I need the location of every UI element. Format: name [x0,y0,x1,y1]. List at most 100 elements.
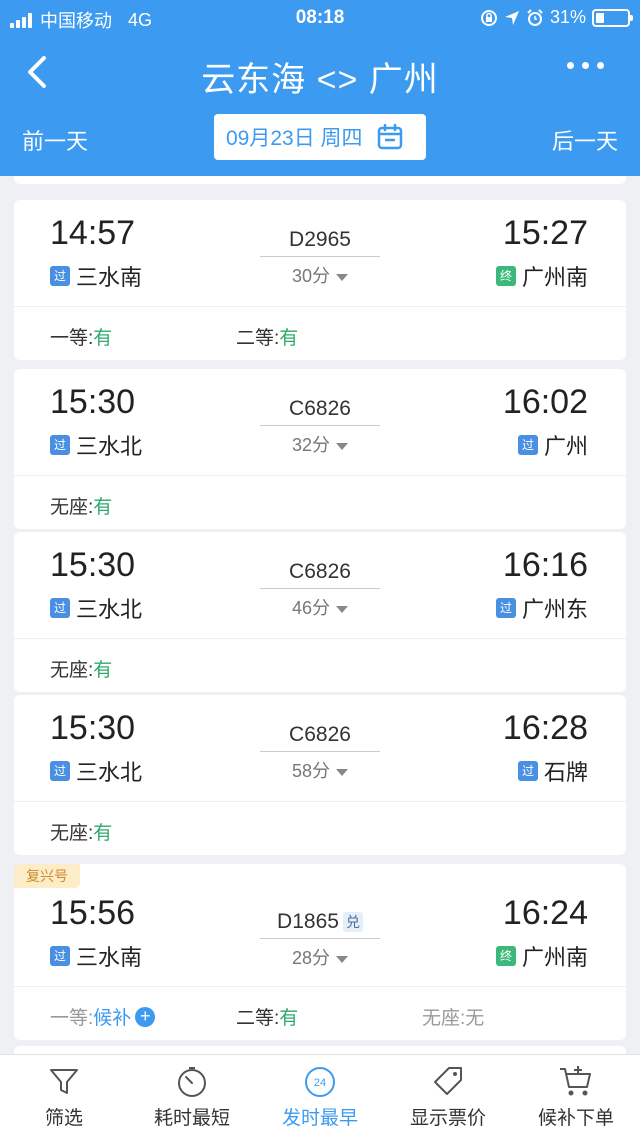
train-card[interactable]: 15:30 过 三水北 C6826 46分 16:16 过 广州东 无座: 有 [14,532,626,692]
exchange-badge: 兑 [342,912,363,932]
departure-station: 过 三水北 [50,755,142,787]
clock-24-icon: 24 [305,1067,335,1097]
route-line [260,256,380,257]
pass-tag: 过 [517,761,538,781]
previous-day-button[interactable]: 前一天 [22,124,88,156]
departure-station-name: 三水北 [76,434,143,459]
departure-station-name: 三水南 [76,265,143,290]
tab-shortest-duration[interactable]: 耗时最短 [128,1063,256,1130]
departure-station-name: 三水南 [76,945,143,970]
partial-train-card [14,176,626,184]
pass-tag: 过 [50,435,70,455]
date-selector[interactable]: 09月23日 周四 [214,114,426,160]
waitlist-link[interactable]: 候补 [93,1003,131,1030]
route-line [260,425,380,426]
svg-text:24: 24 [314,1077,326,1089]
calendar-icon [377,124,402,150]
arrival-station: 过 广州 [517,429,588,461]
duration-toggle[interactable]: 32分 [260,431,380,457]
tab-show-price[interactable]: 显示票价 [384,1063,512,1130]
train-card[interactable]: 14:57 过 三水南 D2965 30分 15:27 终 广州南 一等: 有 二… [14,200,626,360]
terminal-tag: 终 [495,946,516,966]
duration-toggle[interactable]: 46分 [260,594,380,620]
seat-first-class: 一等: 候补 + [50,1003,156,1030]
header: 中国移动 4G 08:18 31% 云东海 <> 广州 前一天 09月23日 周… [0,0,640,176]
lock-rotation-icon [480,9,497,26]
pass-tag: 过 [517,435,538,455]
train-number: C6826 [289,397,351,420]
route-line [260,588,380,589]
departure-station-name: 三水北 [76,597,143,622]
tab-earliest-departure[interactable]: 24 发时最早 [256,1063,384,1130]
tab-label: 耗时最短 [153,1108,230,1129]
seat-second-class: 二等: 有 [236,328,299,349]
train-number: D1865 兑 [260,910,380,934]
departure-time: 15:30 [50,546,136,584]
battery-icon [592,8,633,27]
train-list: 14:57 过 三水南 D2965 30分 15:27 终 广州南 一等: 有 二… [0,176,640,1054]
tab-waitlist-order[interactable]: 候补下单 [512,1063,640,1130]
seat-availability: 无座: 有 [14,638,626,692]
tab-label: 显示票价 [409,1108,486,1129]
train-card[interactable]: 复兴号 15:56 过 三水南 D1865 兑 28分 16:24 终 广州南 一… [14,864,626,1040]
add-waitlist-icon[interactable]: + [135,1006,156,1027]
stopwatch-icon [178,1067,206,1097]
train-number: C6826 [289,560,351,583]
arrival-station-name: 广州南 [521,945,588,970]
arrival-time: 16:02 [502,383,588,421]
battery-percent: 31% [549,7,586,27]
arrival-station-name: 广州东 [521,597,588,622]
arrival-time: 16:24 [502,894,588,932]
location-arrow-icon [504,10,519,25]
alarm-icon [527,8,543,26]
tab-filter[interactable]: 筛选 [0,1063,128,1130]
seat-no-seat: 无座: 有 [50,823,113,844]
status-bar: 中国移动 4G 08:18 31% [0,0,640,36]
arrival-station-name: 石牌 [543,760,588,785]
seat-no-seat: 无座: 有 [50,660,113,681]
dropdown-arrow-icon [336,955,349,963]
pass-tag: 过 [50,761,70,781]
departure-time: 15:30 [50,709,136,747]
partial-train-card [14,1046,626,1054]
seat-availability: 一等: 有 二等: 有 [14,306,626,360]
arrival-time: 16:28 [502,709,588,747]
route-line [260,938,380,939]
arrival-station: 过 石牌 [517,755,588,787]
departure-time: 14:57 [50,214,136,252]
train-card[interactable]: 15:30 过 三水北 C6826 32分 16:02 过 广州 无座: 有 [14,369,626,529]
route-title: 云东海 <> 广州 [201,61,439,99]
arrival-time: 16:16 [502,546,588,584]
bottom-tab-bar: 筛选 耗时最短 24 发时最早 显示票价 候补下单 [0,1054,640,1138]
more-icon[interactable] [567,62,604,69]
arrival-station-name: 广州南 [521,265,588,290]
seat-first-class: 一等: 有 [50,328,113,349]
tab-label: 候补下单 [537,1108,614,1129]
seat-no-seat: 无座: 无 [422,1008,485,1029]
next-day-button[interactable]: 后一天 [552,124,618,156]
terminal-tag: 终 [495,266,516,286]
date-bar: 前一天 09月23日 周四 后一天 [0,110,640,164]
arrival-station-name: 广州 [543,434,588,459]
route-line [260,751,380,752]
tab-label: 筛选 [44,1108,83,1129]
departure-station-name: 三水北 [76,760,143,785]
dropdown-arrow-icon [336,605,349,613]
duration-toggle[interactable]: 58分 [260,757,380,783]
arrival-station: 终 广州南 [495,940,588,972]
pass-tag: 过 [495,598,516,618]
pass-tag: 过 [50,598,70,618]
duration-toggle[interactable]: 30分 [260,262,380,288]
departure-station: 过 三水南 [50,940,142,972]
navigation-bar: 云东海 <> 广州 [0,40,640,106]
departure-station: 过 三水南 [50,260,142,292]
train-card[interactable]: 15:30 过 三水北 C6826 58分 16:28 过 石牌 无座: 有 [14,695,626,855]
seat-availability: 无座: 有 [14,801,626,855]
tab-label: 发时最早 [281,1108,358,1129]
date-label: 09月23日 周四 [226,127,363,150]
seat-availability: 一等: 候补 + 二等: 有 无座: 无 [14,986,626,1040]
train-number: C6826 [289,723,351,746]
duration-toggle[interactable]: 28分 [260,944,380,970]
seat-availability: 无座: 有 [14,475,626,529]
train-number: D2965 [289,228,351,251]
